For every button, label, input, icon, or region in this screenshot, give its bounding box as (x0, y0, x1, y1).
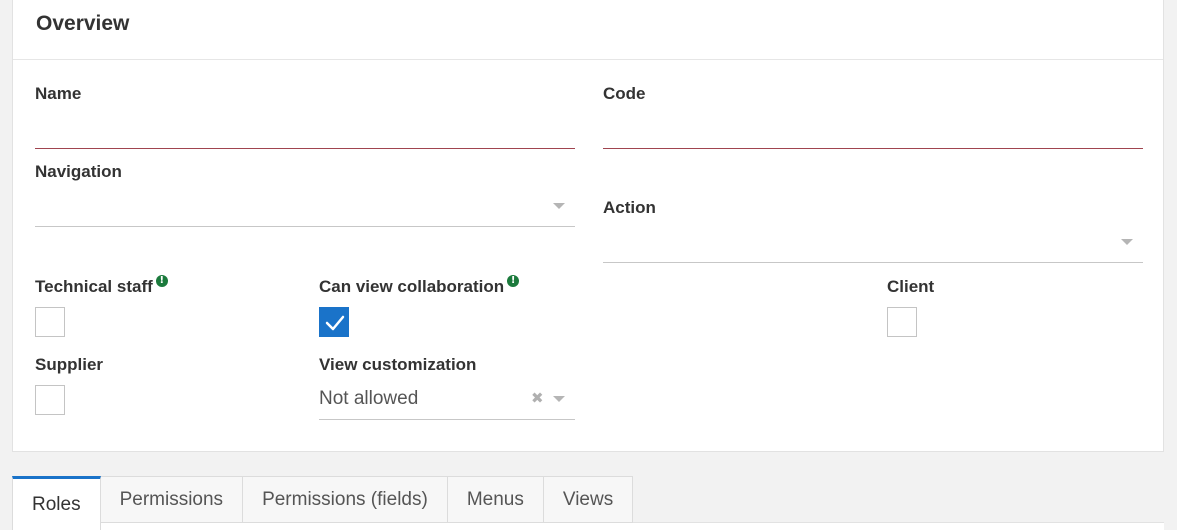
navigation-label: Navigation (35, 162, 122, 181)
name-label: Name (35, 84, 82, 103)
view-customization-select[interactable] (319, 419, 575, 420)
tab-permissions-fields[interactable]: Permissions (fields) (243, 476, 448, 523)
client-label: Client (887, 277, 935, 296)
info-icon[interactable]: ! (507, 275, 520, 287)
navigation-select[interactable] (35, 226, 575, 227)
action-label: Action (603, 198, 656, 217)
clear-icon[interactable]: ✖ (531, 389, 544, 407)
tab-permissions[interactable]: Permissions (100, 476, 244, 523)
technical-staff-checkbox[interactable] (35, 307, 65, 337)
technical-staff-label: Technical staff! (35, 275, 168, 297)
overview-panel: Overview Name Code Navigation Action Tec… (12, 0, 1164, 452)
checkmark-icon (325, 315, 345, 331)
supplier-checkbox[interactable] (35, 385, 65, 415)
supplier-label: Supplier (35, 355, 104, 374)
tab-views[interactable]: Views (543, 476, 634, 523)
code-label: Code (603, 84, 646, 103)
tab-bar: Roles Permissions Permissions (fields) M… (12, 476, 634, 530)
can-view-collaboration-label: Can view collaboration! (319, 275, 520, 297)
chevron-down-icon[interactable] (553, 203, 565, 209)
client-checkbox[interactable] (887, 307, 917, 337)
chevron-down-icon[interactable] (553, 396, 565, 402)
chevron-down-icon[interactable] (1121, 239, 1133, 245)
info-icon[interactable]: ! (155, 275, 168, 287)
tab-roles[interactable]: Roles (12, 476, 101, 530)
panel-header: Overview (13, 0, 1163, 60)
code-input[interactable] (603, 148, 1143, 149)
can-view-collaboration-checkbox[interactable] (319, 307, 349, 337)
name-input[interactable] (35, 148, 575, 149)
view-customization-label: View customization (319, 355, 477, 374)
tab-menus[interactable]: Menus (447, 476, 544, 523)
panel-title: Overview (36, 12, 130, 35)
action-select[interactable] (603, 262, 1143, 263)
view-customization-value[interactable]: Not allowed (319, 388, 418, 410)
